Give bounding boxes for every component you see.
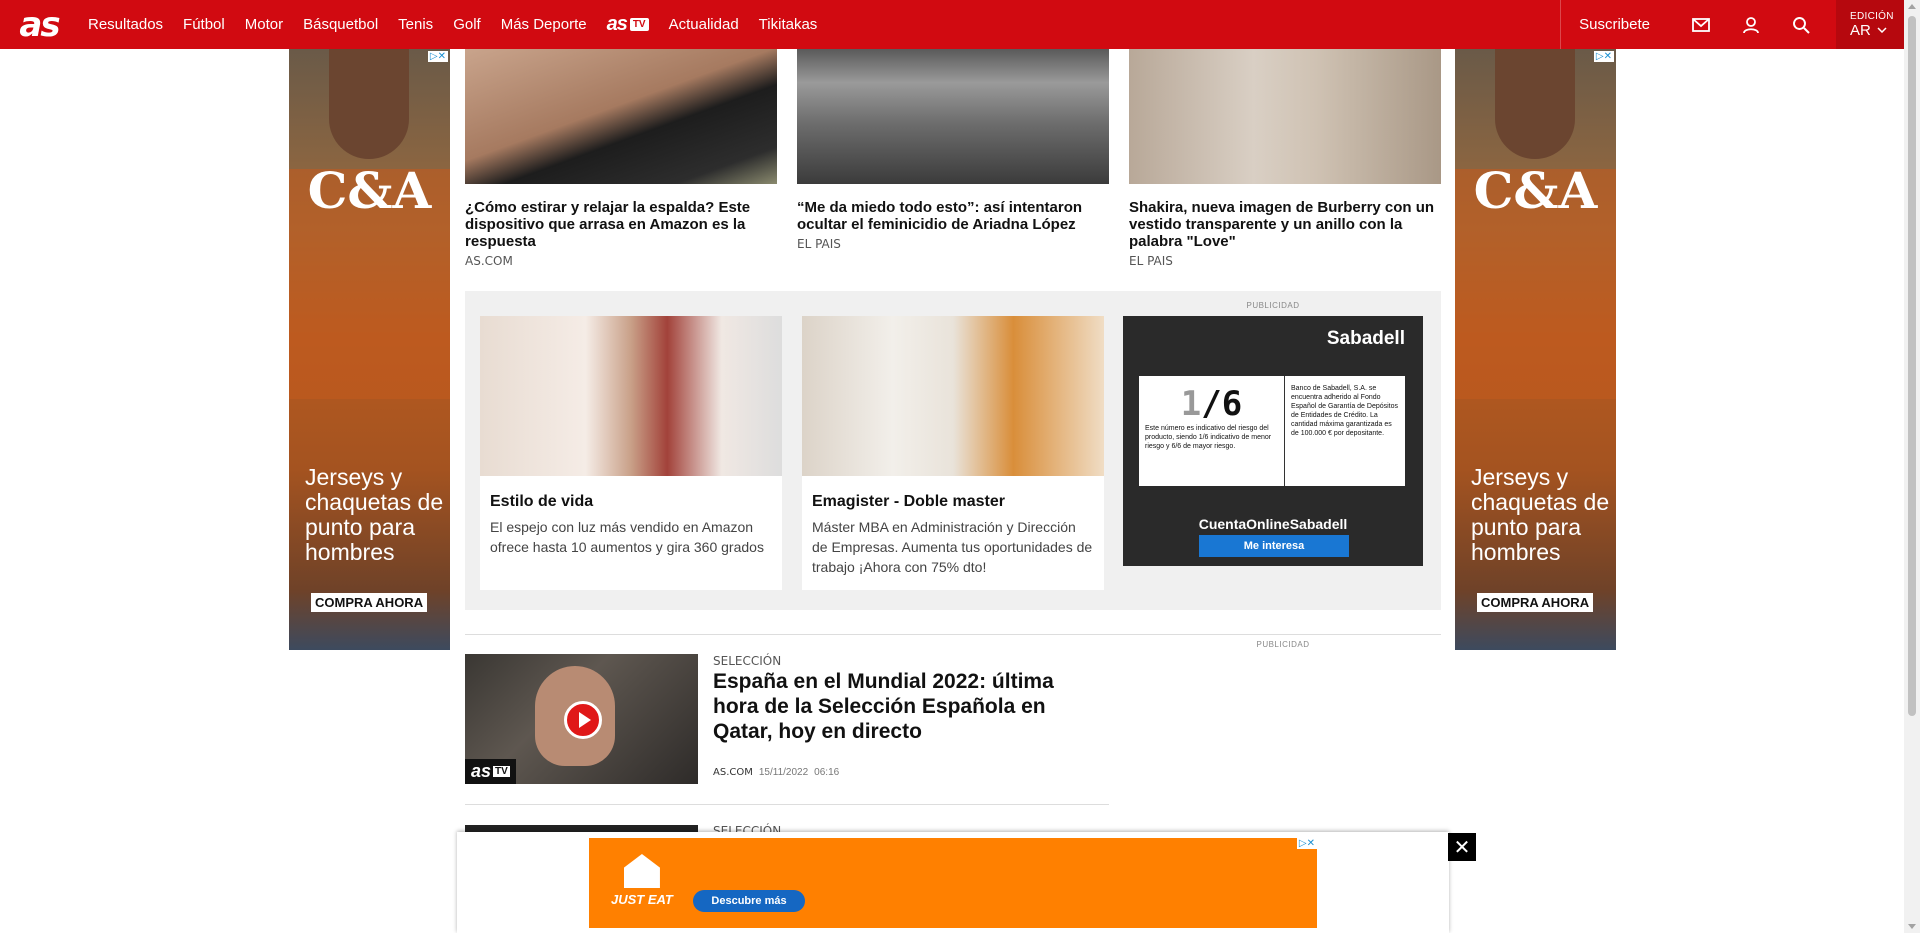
play-icon[interactable]: [564, 701, 602, 739]
chevron-down-icon: [1877, 27, 1887, 33]
card-title[interactable]: Shakira, nueva imagen de Burberry con un…: [1129, 199, 1441, 250]
promo-card[interactable]: Estilo de vida El espejo con luz más ven…: [480, 316, 782, 590]
risk-indicator: 1/6 Este número es indicativo del riesgo…: [1139, 376, 1285, 486]
section-divider: [465, 634, 1441, 635]
user-icon[interactable]: [1726, 0, 1776, 49]
card-title[interactable]: ¿Cómo estirar y relajar la espalda? Este…: [465, 199, 777, 250]
cuenta-online-text: CuentaOnlineSabadell: [1198, 516, 1348, 532]
card-source: EL PAIS: [1129, 254, 1173, 268]
card-image[interactable]: [465, 49, 777, 184]
page-scrollbar[interactable]: [1904, 0, 1920, 933]
close-ad-button[interactable]: ✕: [1448, 833, 1476, 861]
scrollbar-thumb[interactable]: [1908, 16, 1916, 716]
news-card[interactable]: Shakira, nueva imagen de Burberry con un…: [1129, 49, 1441, 268]
promo-image[interactable]: [480, 316, 782, 476]
article-meta: AS.COM 15/11/2022 06:16: [713, 767, 839, 778]
article-time: 06:16: [814, 767, 840, 778]
guarantee-info: Banco de Sabadell, S.A. se encuentra adh…: [1285, 376, 1405, 486]
publicidad-label: PUBLICIDAD: [1246, 301, 1300, 310]
model-photo: [329, 49, 409, 159]
sabadell-ad[interactable]: Sabadell 1/6 Este número es indicativo d…: [1123, 316, 1423, 566]
ad-brand-logo: C&A: [1473, 161, 1598, 220]
main-nav: Resultados Fútbol Motor Básquetbol Tenis…: [78, 0, 827, 49]
sabadell-logo: Sabadell: [1326, 328, 1405, 349]
top-navbar: as Resultados Fútbol Motor Básquetbol Te…: [0, 0, 1904, 49]
model-photo: [1495, 49, 1575, 159]
article-kicker[interactable]: SELECCIÓN: [713, 654, 781, 668]
me-interesa-button[interactable]: Me interesa: [1199, 535, 1349, 557]
guarantee-text: Banco de Sabadell, S.A. se encuentra adh…: [1291, 385, 1399, 437]
ad-brand-logo: C&A: [307, 161, 432, 220]
risk-box: 1/6 Este número es indicativo del riesgo…: [1139, 376, 1405, 486]
mail-icon[interactable]: [1676, 0, 1726, 49]
just-eat-ad[interactable]: JUST EAT Descubre más ▷✕: [589, 838, 1317, 928]
scroll-up-icon[interactable]: [1908, 4, 1916, 9]
promo-image[interactable]: [802, 316, 1104, 476]
nav-actualidad[interactable]: Actualidad: [659, 0, 749, 49]
card-source: AS.COM: [465, 254, 513, 268]
sticky-bottom-ad: JUST EAT Descubre más ▷✕: [457, 832, 1449, 933]
scroll-down-icon[interactable]: [1908, 924, 1916, 929]
article-title[interactable]: España en el Mundial 2022: última hora d…: [713, 669, 1093, 744]
nav-astv[interactable]: as TV: [597, 0, 659, 49]
article-divider: [465, 804, 1109, 805]
search-icon[interactable]: [1776, 0, 1826, 49]
article-date: 15/11/2022: [758, 767, 809, 778]
just-eat-logo: JUST EAT: [611, 854, 673, 907]
descubre-mas-button[interactable]: Descubre más: [693, 890, 805, 912]
risk-value: 1: [1180, 384, 1202, 424]
just-eat-brand: JUST EAT: [611, 892, 673, 907]
news-card[interactable]: ¿Cómo estirar y relajar la espalda? Este…: [465, 49, 777, 268]
article-video-thumbnail[interactable]: as TV: [465, 654, 698, 784]
nav-golf[interactable]: Golf: [443, 0, 491, 49]
promo-description: El espejo con luz más vendido en Amazon …: [490, 519, 764, 555]
news-card[interactable]: “Me da miedo todo esto”: así intentaron …: [797, 49, 1109, 251]
nav-futbol[interactable]: Fútbol: [173, 0, 235, 49]
adchoices-icon[interactable]: ▷✕: [427, 51, 448, 62]
edition-value: AR: [1850, 22, 1904, 39]
astv-badge: as TV: [465, 759, 516, 784]
ad-copy: Jerseys y chaquetas de punto para hombre…: [305, 464, 444, 565]
nav-mas-deporte[interactable]: Más Deporte: [491, 0, 597, 49]
card-source: EL PAIS: [797, 237, 841, 251]
risk-max: 6: [1221, 384, 1243, 424]
right-publicidad-label: PUBLICIDAD: [1256, 640, 1310, 649]
edition-label: EDICIÓN: [1850, 10, 1894, 22]
side-ad-right[interactable]: C&A Jerseys y chaquetas de punto para ho…: [1455, 49, 1616, 650]
card-title[interactable]: “Me da miedo todo esto”: así intentaron …: [797, 199, 1109, 233]
adchoices-icon[interactable]: ▷✕: [1296, 838, 1317, 849]
ad-cta-button[interactable]: COMPRA AHORA: [1477, 593, 1594, 612]
nav-tikitakas[interactable]: Tikitakas: [749, 0, 828, 49]
card-image[interactable]: [1129, 49, 1441, 184]
promo-title[interactable]: Estilo de vida: [490, 493, 772, 511]
astv-badge-text: as: [471, 761, 492, 781]
nav-basquetbol[interactable]: Básquetbol: [293, 0, 388, 49]
promo-description: Máster MBA en Administración y Dirección…: [812, 519, 1093, 575]
card-image[interactable]: [797, 49, 1109, 184]
nav-tenis[interactable]: Tenis: [388, 0, 443, 49]
astv-logo-text: as: [606, 13, 628, 35]
as-logo[interactable]: as: [0, 0, 78, 49]
risk-ratio: 1/6: [1180, 384, 1243, 424]
promo-card[interactable]: Emagister - Doble master Máster MBA en A…: [802, 316, 1104, 590]
risk-text: Este número es indicativo del riesgo del…: [1145, 425, 1272, 450]
article-source: AS.COM: [713, 767, 753, 778]
astv-badge-tv: TV: [493, 766, 510, 777]
house-icon: [623, 854, 660, 888]
side-ad-left[interactable]: C&A Jerseys y chaquetas de punto para ho…: [289, 49, 450, 650]
ad-cta-button[interactable]: COMPRA AHORA: [311, 593, 428, 612]
edition-code: AR: [1850, 21, 1871, 39]
promo-title[interactable]: Emagister - Doble master: [812, 493, 1094, 511]
edition-selector[interactable]: EDICIÓN AR: [1836, 0, 1904, 49]
adchoices-icon[interactable]: ▷✕: [1593, 51, 1614, 62]
nav-resultados[interactable]: Resultados: [78, 0, 173, 49]
nav-right: Suscribete EDICIÓN AR: [1560, 0, 1904, 49]
ad-copy: Jerseys y chaquetas de punto para hombre…: [1471, 464, 1610, 565]
promo-block: Estilo de vida El espejo con luz más ven…: [465, 291, 1441, 610]
astv-badge: TV: [629, 18, 649, 31]
nav-motor[interactable]: Motor: [235, 0, 293, 49]
subscribe-link[interactable]: Suscribete: [1560, 0, 1676, 49]
